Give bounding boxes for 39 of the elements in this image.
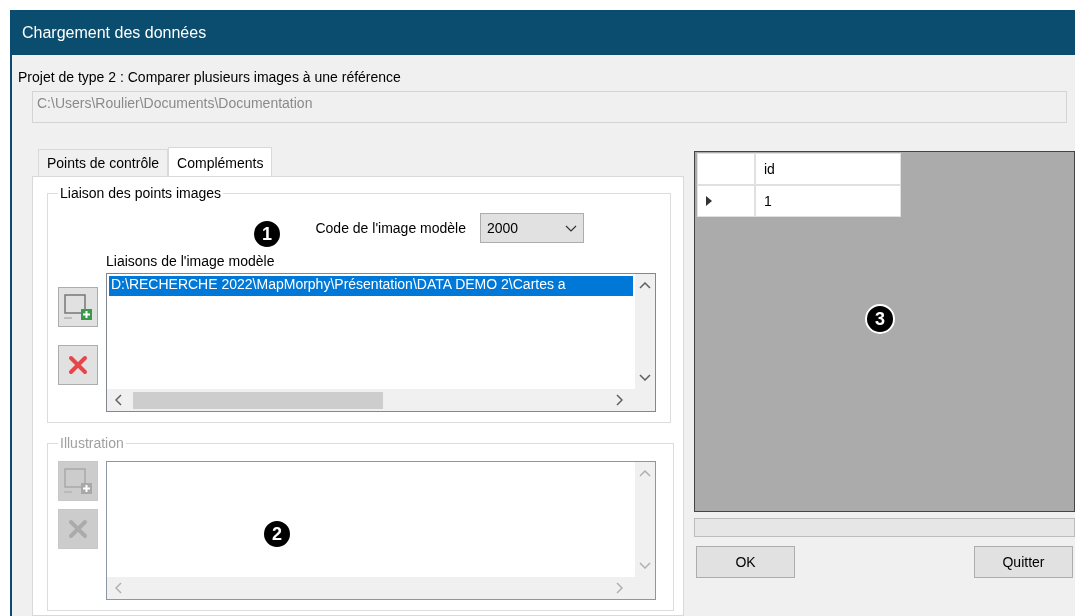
window-title: Chargement des données [22, 23, 207, 42]
row-header[interactable] [697, 185, 755, 217]
project-label: Projet de type 2 : Comparer plusieurs images à une référence [18, 69, 402, 85]
scroll-up-icon [639, 282, 651, 289]
delete-button[interactable] [58, 345, 98, 385]
scroll-down-icon [639, 562, 651, 569]
dropdown-value: 2000 [487, 220, 519, 236]
scroll-down-icon [639, 374, 651, 381]
chevron-down-icon [565, 224, 577, 232]
scroll-thumb[interactable] [133, 392, 383, 409]
callout-number: 3 [865, 304, 895, 334]
ok-button[interactable]: OK [696, 546, 795, 578]
list-item[interactable]: D:\RECHERCHE 2022\MapMorphy\Présentation\DATA DEMO 2\Cartes a [109, 276, 633, 296]
tab[interactable]: Points de contrôle [38, 149, 169, 176]
current-row-icon [706, 196, 712, 206]
group-title: Liaison des points images [59, 185, 223, 201]
tab[interactable]: Compléments [168, 147, 273, 177]
scroll-right-icon [616, 582, 623, 594]
code-label: Code de l'image modèle [315, 220, 466, 236]
add-image-icon [64, 294, 92, 320]
group-title: Illustration [59, 435, 125, 451]
add-image-icon [64, 468, 92, 494]
scroll-left-icon [115, 394, 122, 406]
list-label: Liaisons de l'image modèle [106, 253, 275, 269]
scroll-right-icon [616, 394, 623, 406]
add-button[interactable] [58, 287, 98, 327]
scroll-up-icon [639, 470, 651, 477]
corner-header [697, 153, 755, 185]
callout-number: 1 [252, 219, 282, 249]
table-cell: 1 [755, 185, 901, 217]
list-box[interactable]: D:\RECHERCHE 2022\MapMorphy\Présentation\DATA DEMO 2\Cartes a [106, 273, 656, 412]
delete-icon [68, 355, 88, 375]
vertical-scrollbar[interactable] [635, 274, 655, 389]
scroll-left-icon [115, 582, 122, 594]
code-dropdown[interactable]: 2000 [480, 213, 584, 243]
quit-button[interactable]: Quitter [974, 546, 1073, 578]
delete-icon [68, 519, 88, 539]
column-header[interactable]: id [755, 153, 901, 185]
horizontal-scrollbar[interactable] [107, 389, 655, 411]
